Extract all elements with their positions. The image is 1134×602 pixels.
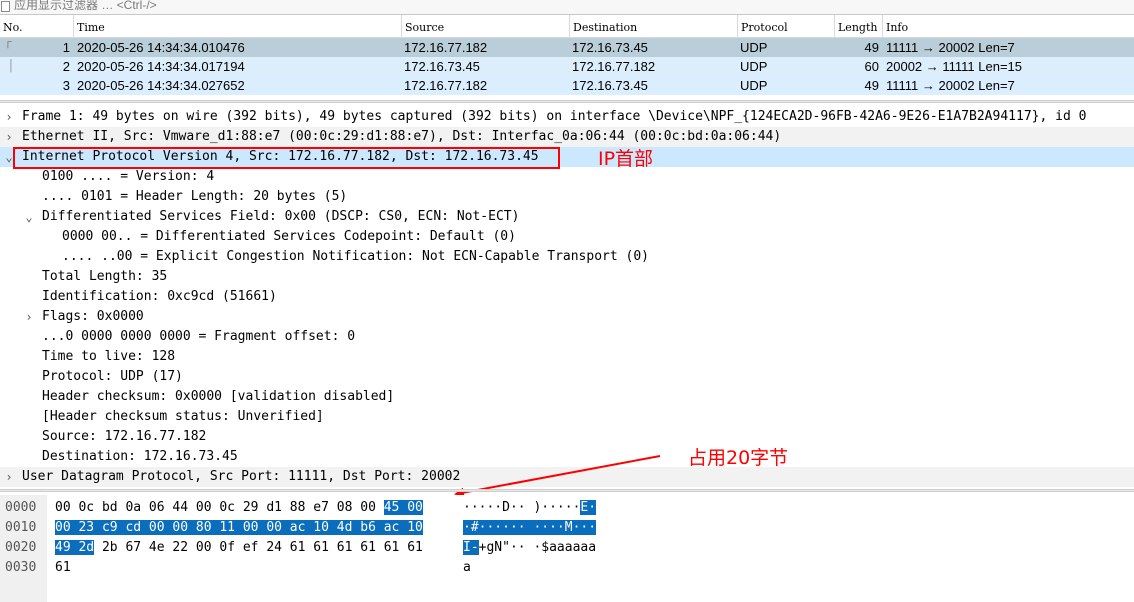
hex-offset: 0020 bbox=[5, 540, 37, 555]
hex-ascii: a bbox=[463, 560, 471, 575]
hex-ascii-highlighted[interactable]: E· bbox=[580, 500, 597, 515]
hex-bytes-highlighted[interactable]: 49 2d bbox=[55, 540, 95, 555]
hex-bytes: 00 0c bd 0a 06 44 00 0c 29 d1 88 e7 08 0… bbox=[55, 500, 384, 515]
hex-ascii: ·····D·· )····· bbox=[463, 500, 581, 515]
hex-offset: 0000 bbox=[5, 500, 37, 515]
hex-offset: 0030 bbox=[5, 560, 37, 575]
hex-bytes-highlighted[interactable]: 00 23 c9 cd 00 00 80 11 00 00 ac 10 4d b… bbox=[55, 520, 423, 535]
hex-offset: 0010 bbox=[5, 520, 37, 535]
hex-bytes: 2b 67 4e 22 00 0f ef 24 61 61 61 61 61 6… bbox=[94, 540, 423, 555]
pane-splitter[interactable] bbox=[0, 489, 1134, 492]
hex-bytes: 61 bbox=[55, 560, 71, 575]
packet-bytes-pane[interactable]: 0000 00 0c bd 0a 06 44 00 0c 29 d1 88 e7… bbox=[0, 495, 1134, 602]
hex-bytes-highlighted[interactable]: 45 00 bbox=[383, 500, 423, 515]
hex-ascii: +gN"·· ·$aaaaaa bbox=[478, 540, 597, 555]
hex-ascii-highlighted[interactable]: ·#······ ····M··· bbox=[463, 520, 597, 535]
hex-ascii-highlighted[interactable]: I- bbox=[463, 540, 479, 555]
